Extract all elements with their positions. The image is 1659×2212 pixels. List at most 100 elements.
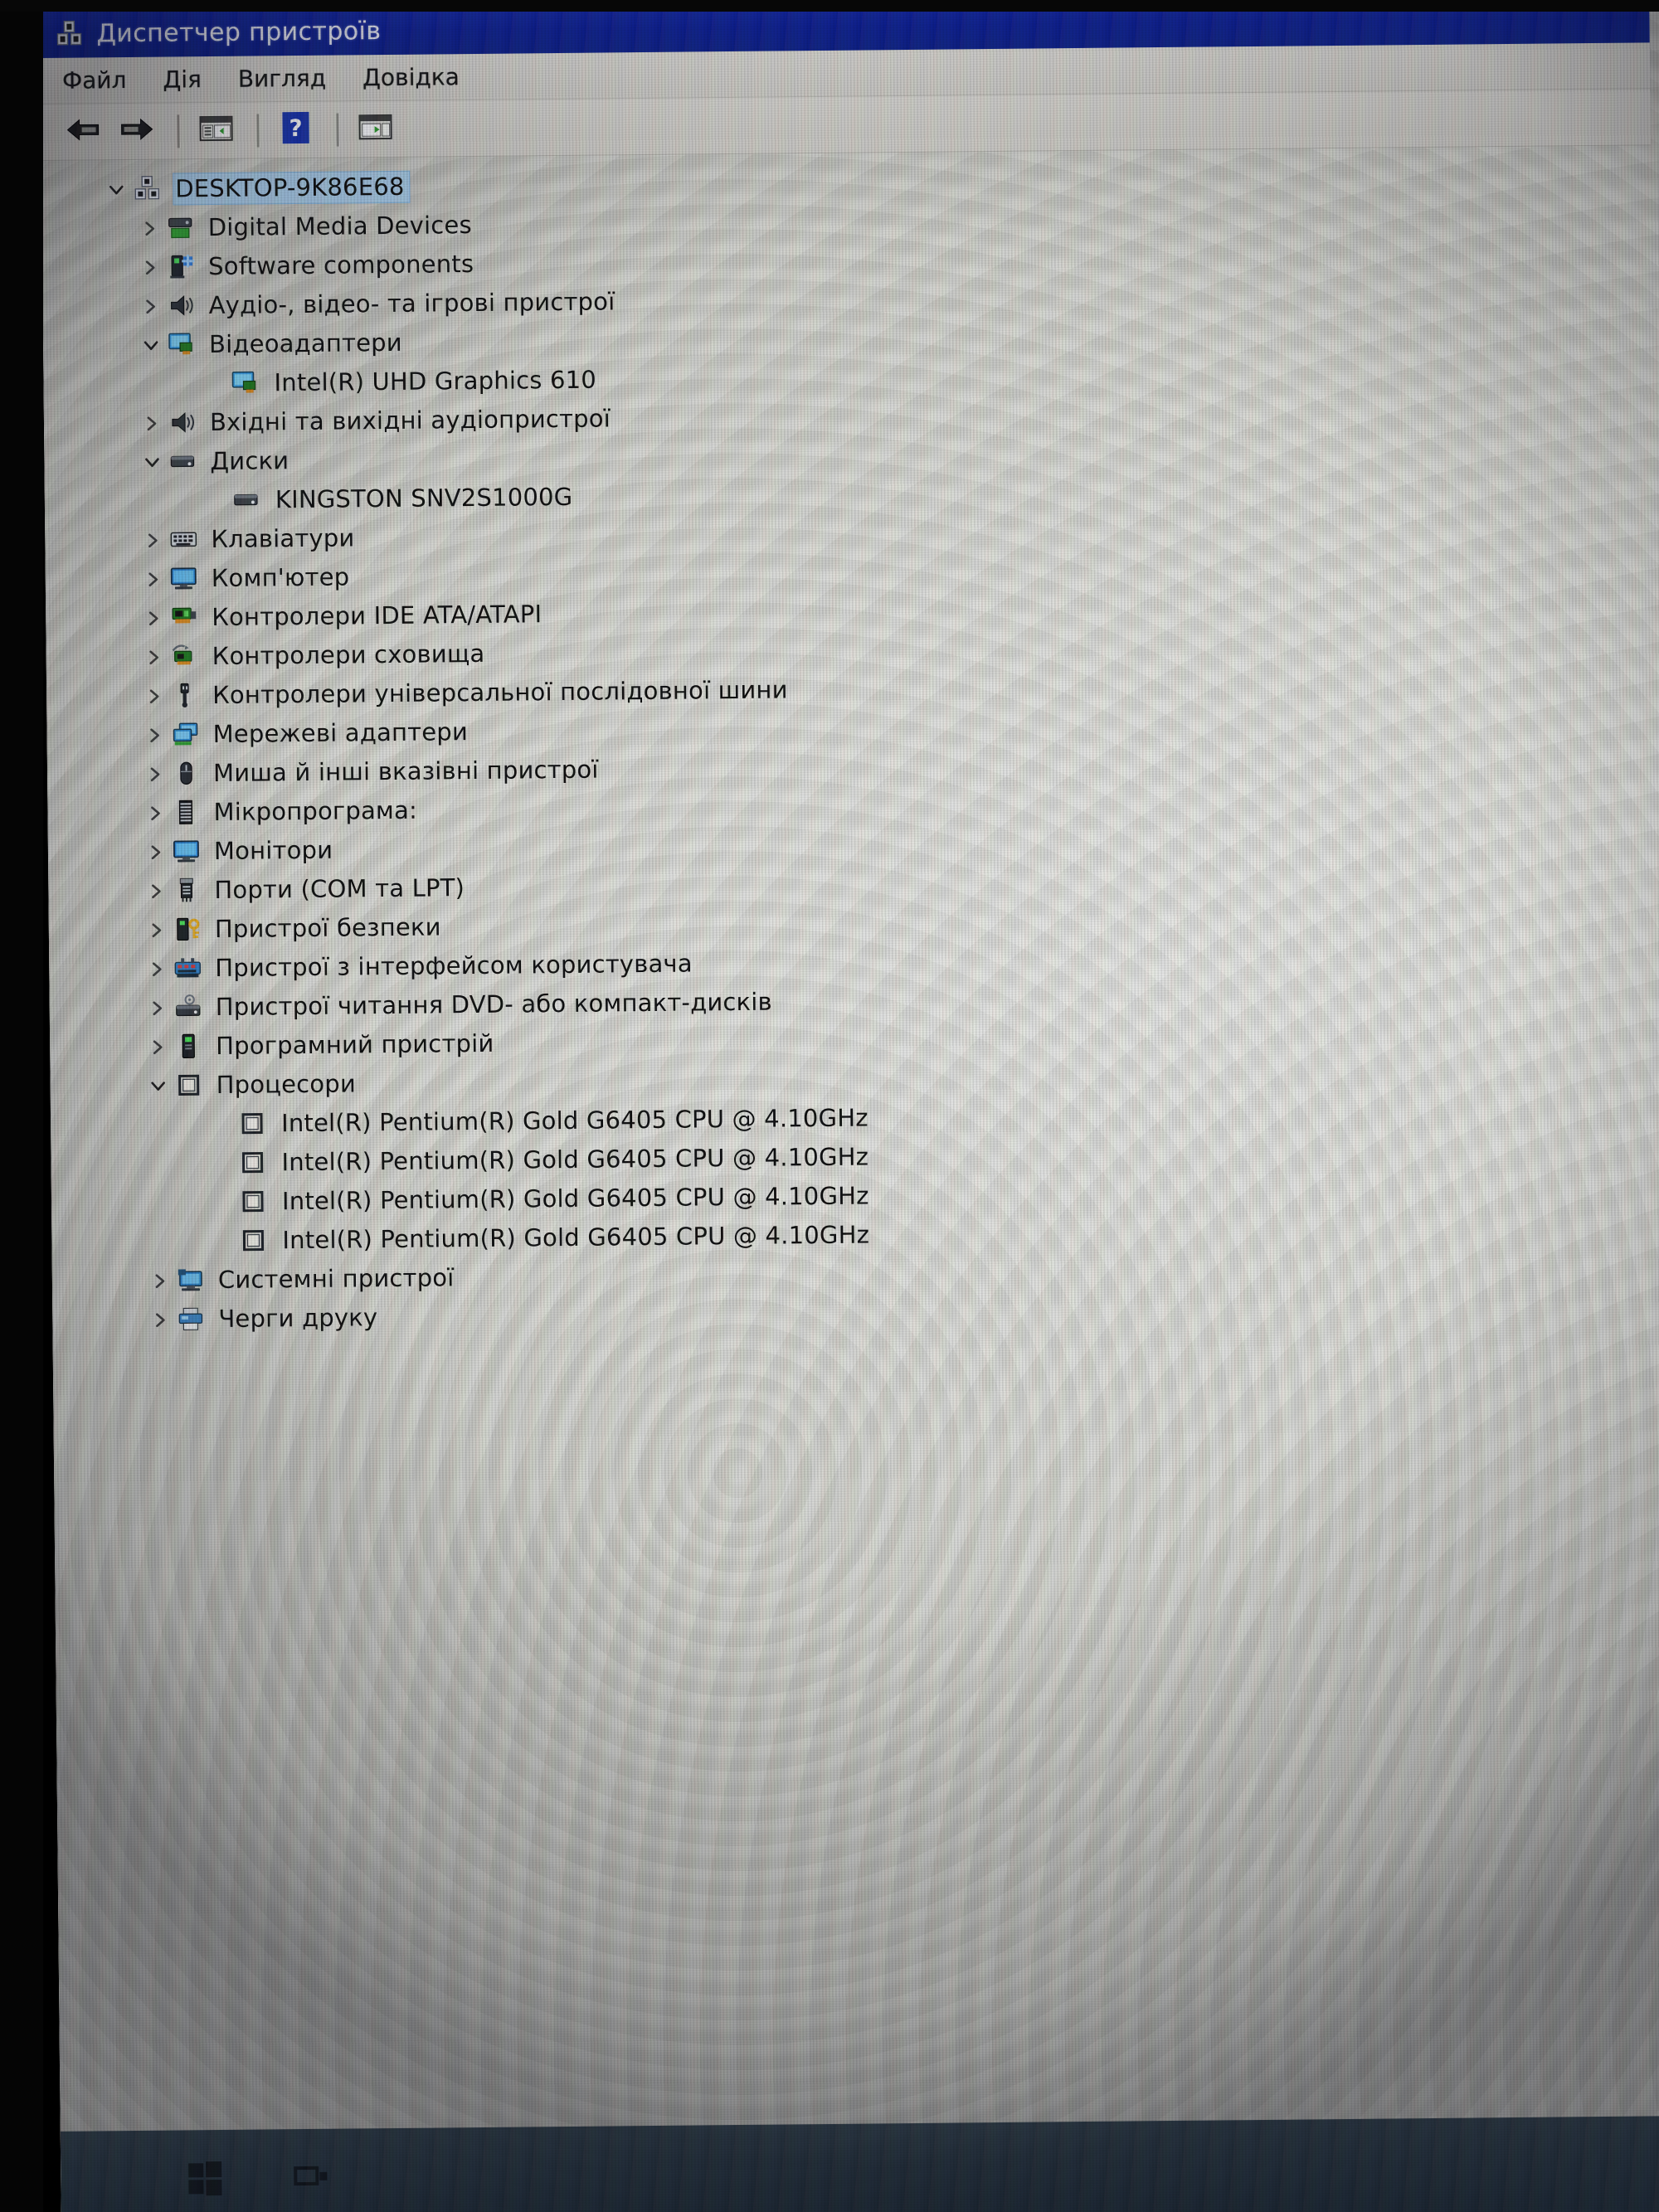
display-adapter-icon [231, 369, 260, 397]
disk-drive-icon [168, 448, 198, 476]
tree-node-label: Intel(R) Pentium(R) Gold G6405 CPU @ 4.1… [282, 1220, 870, 1255]
menu-view[interactable]: Вигляд [238, 65, 327, 93]
chevron-right-icon[interactable] [134, 258, 167, 276]
window-title: Диспетчер пристроїв [96, 16, 382, 48]
menu-file[interactable]: Файл [62, 66, 127, 95]
speaker-icon [167, 292, 197, 320]
chevron-right-icon[interactable] [136, 531, 169, 549]
task-view-button[interactable] [291, 2158, 333, 2200]
tree-node-label: Миша й інші вказівні пристрої [212, 755, 599, 788]
port-icon [173, 877, 202, 905]
tree-node-label: Відеоадаптери [208, 328, 402, 359]
properties-button[interactable] [351, 107, 399, 151]
tree-node-label: Пристрої з інтерфейсом користувача [215, 949, 693, 983]
tree-node-label: Диски [210, 446, 289, 476]
tree-node-label: KINGSTON SNV2S1000G [275, 482, 573, 514]
chevron-down-icon[interactable] [134, 336, 168, 354]
processor-icon [175, 1072, 205, 1100]
chevron-right-icon[interactable] [141, 999, 174, 1017]
tree-node-label: Intel(R) Pentium(R) Gold G6405 CPU @ 4.1… [281, 1181, 869, 1216]
tree-node-label: Контролери IDE ATA/ATAPI [212, 600, 542, 632]
processor-icon [239, 1188, 269, 1216]
tree-node-label: Системні пристрої [217, 1263, 455, 1295]
toolbar-separator-2 [256, 113, 260, 147]
chevron-right-icon[interactable] [139, 882, 173, 900]
storage-controller-icon [171, 643, 201, 671]
chevron-right-icon[interactable] [135, 414, 168, 432]
tree-node-label: Комп'ютер [211, 562, 350, 593]
chevron-right-icon[interactable] [138, 687, 171, 705]
chevron-right-icon[interactable] [137, 609, 170, 627]
tree-node-label: Software components [208, 249, 474, 281]
chevron-down-icon[interactable] [135, 453, 168, 471]
mouse-icon [172, 760, 202, 788]
tree-node-label: Digital Media Devices [207, 211, 472, 242]
chevron-down-icon[interactable] [100, 180, 133, 198]
menu-help[interactable]: Довідка [362, 63, 460, 91]
tree-node-label: Черги друку [218, 1303, 378, 1334]
processor-icon [239, 1227, 269, 1255]
monitor-screen: Диспетчер пристроїв Файл Дія Вигляд Дові… [40, 0, 1659, 2212]
software-device-icon [174, 1033, 204, 1061]
speaker-icon [168, 409, 198, 437]
chevron-right-icon[interactable] [139, 843, 173, 861]
photo-of-monitor: Диспетчер пристроїв Файл Дія Вигляд Дові… [0, 0, 1659, 2212]
chevron-right-icon[interactable] [140, 921, 173, 939]
chevron-right-icon[interactable] [137, 570, 170, 588]
chevron-right-icon[interactable] [141, 1038, 174, 1056]
processor-icon [238, 1149, 268, 1177]
software-component-icon [167, 253, 197, 281]
chevron-right-icon[interactable] [134, 297, 168, 315]
chevron-right-icon[interactable] [134, 219, 167, 237]
chevron-right-icon[interactable] [139, 804, 172, 822]
device-tree[interactable]: DESKTOP-9K86E68 Digital Media Devices Sof… [41, 145, 1659, 1340]
hid-icon [173, 955, 203, 983]
start-button[interactable] [185, 2159, 226, 2200]
taskbar[interactable] [60, 2115, 1659, 2212]
show-hide-console-tree-button[interactable] [192, 109, 240, 153]
tree-node-label: Мікропрограма: [213, 795, 418, 827]
tree-node-label: Intel(R) UHD Graphics 610 [274, 365, 597, 397]
tree-node-label: Пристрої безпеки [214, 912, 441, 944]
chevron-right-icon[interactable] [144, 1271, 177, 1290]
tree-node-label: Intel(R) Pentium(R) Gold G6405 CPU @ 4.1… [280, 1103, 868, 1138]
tree-node-label: Аудіо-, відео- та ігрові пристрої [208, 287, 615, 320]
tree-node-label: Програмний пристрій [216, 1028, 494, 1061]
computer-root-icon [133, 175, 163, 203]
security-device-icon [173, 916, 203, 944]
device-manager-window: Диспетчер пристроїв Файл Дія Вигляд Дові… [40, 0, 1659, 2108]
processor-icon [238, 1110, 268, 1138]
media-device-icon [167, 214, 197, 242]
monitor-bezel-left [0, 0, 43, 2212]
usb-icon [171, 682, 201, 710]
tree-node-label: DESKTOP-9K86E68 [173, 170, 411, 206]
chevron-right-icon[interactable] [139, 765, 172, 783]
chevron-down-icon[interactable] [142, 1077, 175, 1095]
monitor-icon [173, 838, 202, 866]
help-button[interactable]: ? [271, 108, 319, 152]
tree-node-label: Порти (COM та LPT) [214, 873, 465, 905]
forward-button[interactable] [112, 109, 160, 153]
properties-window-icon [358, 113, 392, 145]
tree-node-label: Клавіатури [211, 523, 355, 554]
menu-action[interactable]: Дія [163, 66, 202, 93]
tree-node-label: Контролери універсальної послідовної шин… [212, 675, 788, 710]
toolbar-separator-1 [177, 114, 181, 148]
print-queue-icon [177, 1305, 207, 1334]
back-button[interactable] [59, 110, 107, 154]
tree-node-label: Контролери сховища [212, 639, 485, 671]
chevron-right-icon[interactable] [140, 960, 173, 978]
chevron-right-icon[interactable] [139, 726, 172, 744]
system-device-icon [177, 1266, 207, 1295]
dvd-drive-icon [174, 994, 204, 1022]
svg-text:?: ? [289, 114, 303, 142]
tree-node-label: Intel(R) Pentium(R) Gold G6405 CPU @ 4.1… [281, 1142, 869, 1177]
toolbar-separator-3 [336, 113, 340, 147]
tree-node-label: Монітори [213, 835, 333, 866]
monitor-icon [170, 565, 200, 593]
keyboard-icon [169, 526, 199, 554]
tree-node-label: Пристрої читання DVD- або компакт-дисків [215, 987, 772, 1022]
chevron-right-icon[interactable] [144, 1310, 177, 1329]
tree-node-label: Вхідні та вихідні аудіопристрої [209, 404, 611, 437]
chevron-right-icon[interactable] [138, 648, 171, 666]
